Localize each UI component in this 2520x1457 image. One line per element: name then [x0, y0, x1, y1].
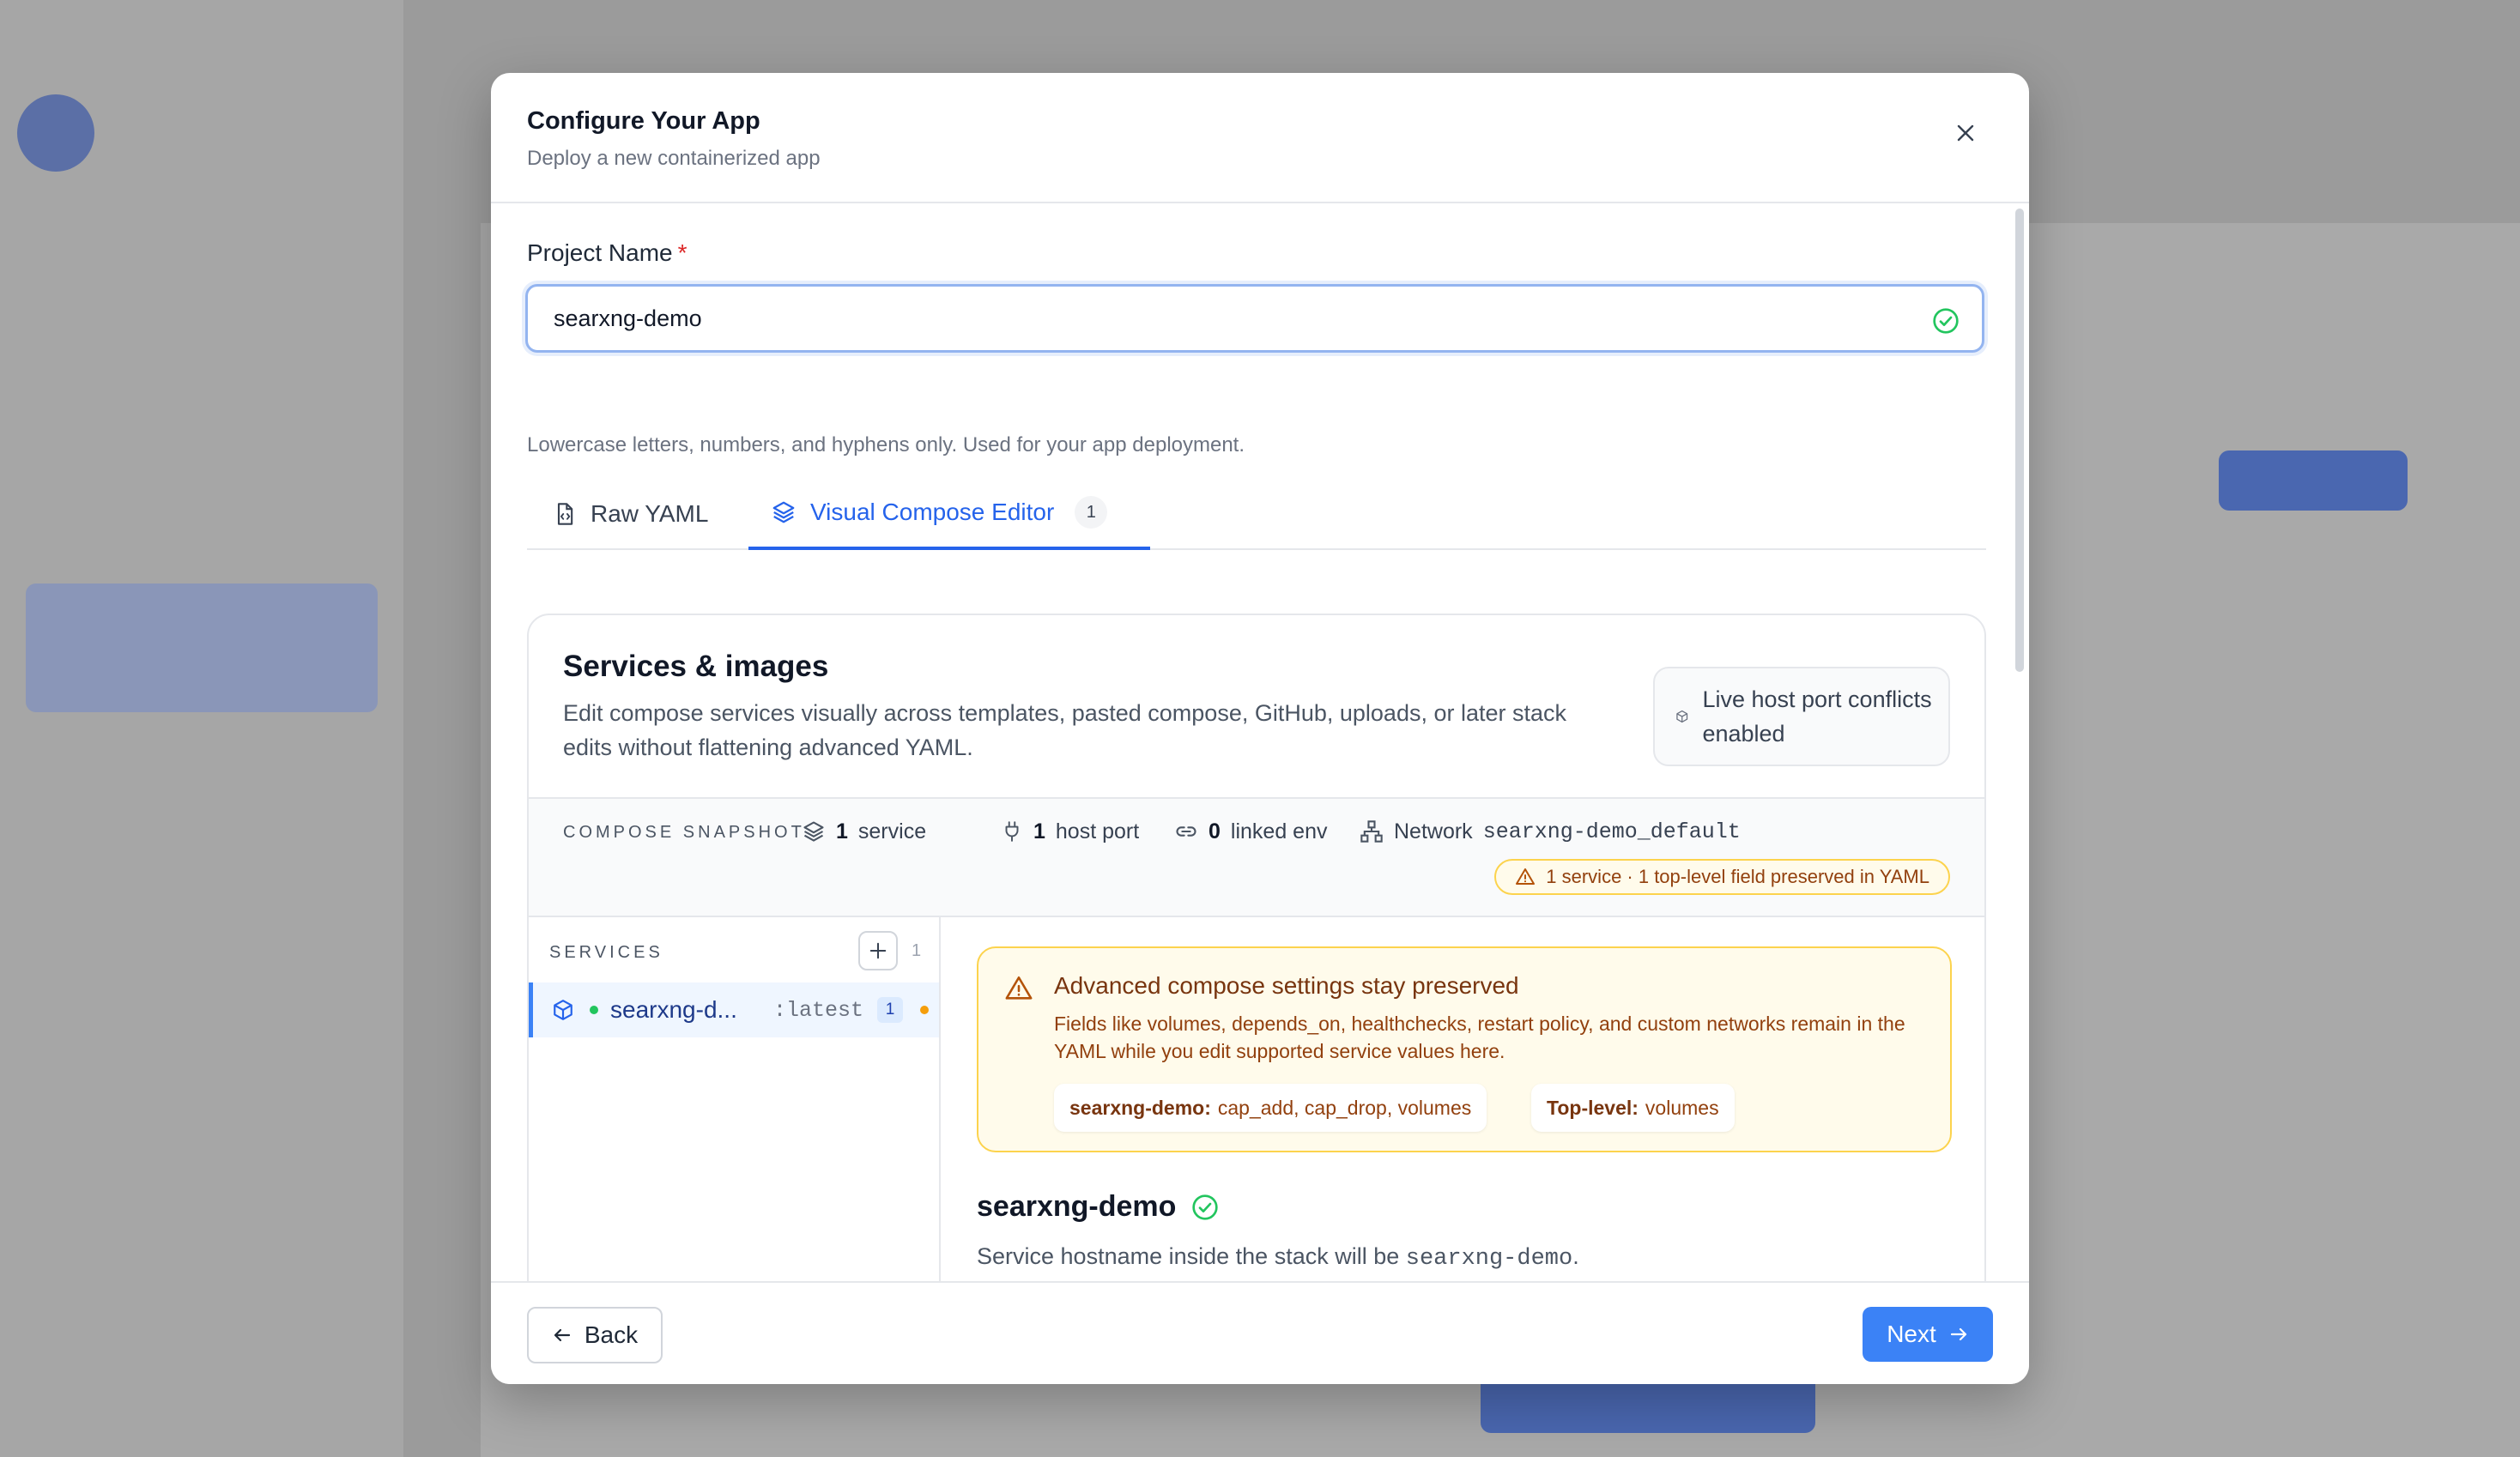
service-issue-count: 1 [877, 997, 904, 1023]
service-warning-dot [920, 1006, 930, 1014]
back-button-label: Back [584, 1321, 639, 1348]
close-button[interactable] [1950, 118, 1981, 148]
service-status-dot [590, 1006, 598, 1014]
modal-body[interactable]: Project Name* Lowercase letters, numbers… [491, 205, 2029, 1351]
snapshot-network-label: Network [1394, 819, 1473, 843]
snapshot-services-stat: 1 service [802, 816, 926, 847]
arrow-right-icon [1950, 1327, 1966, 1341]
plus-icon [869, 942, 887, 959]
tab-visual-label: Visual Compose Editor [810, 499, 1055, 525]
background-active-item [26, 583, 378, 712]
services-count: 1 [912, 941, 922, 960]
add-service-button[interactable] [858, 931, 898, 970]
service-detail-title: searxng-demo [977, 1190, 1219, 1224]
next-button[interactable]: Next [1863, 1307, 1993, 1362]
modal-footer: Back Next [491, 1281, 2029, 1384]
preserved-chip-toplevel-key: Top-level: [1547, 1096, 1639, 1119]
modal-header: Configure Your App Deploy a new containe… [491, 73, 2029, 203]
editor-tabs: Raw YAML Visual Compose Editor 1 [527, 478, 1986, 550]
plug-icon [1005, 821, 1019, 842]
snapshot-host-port-label: host port [1055, 819, 1140, 843]
hostname-value: searxng-demo [1405, 1246, 1573, 1272]
back-button[interactable]: Back [527, 1307, 663, 1363]
layers-icon [803, 821, 824, 842]
preserved-chip-service-value: cap_add, cap_drop, volumes [1217, 1096, 1472, 1119]
modal-scrollbar[interactable] [2015, 209, 2024, 672]
project-name-input[interactable] [528, 287, 1867, 350]
snapshot-host-port-count: 1 [1033, 819, 1045, 843]
check-circle-icon [1933, 308, 1959, 334]
cube-icon [554, 1000, 572, 1020]
compose-snapshot-label: COMPOSE SNAPSHOT [563, 823, 805, 842]
advanced-settings-notice: Advanced compose settings stay preserved… [977, 946, 1952, 1152]
services-card-description: Edit compose services visually across te… [563, 700, 1567, 760]
snapshot-services-label: service [857, 819, 927, 843]
snapshot-network-stat: Network searxng-demo_default [1360, 816, 1741, 847]
compose-snapshot: COMPOSE SNAPSHOT 1 service 1 host port 0… [529, 797, 1984, 917]
background-sidebar [0, 0, 403, 1457]
file-code-icon [557, 503, 573, 525]
hostname-note-suffix: . [1572, 1243, 1579, 1269]
modal-title: Configure Your App [527, 107, 760, 135]
tab-raw-yaml[interactable]: Raw YAML [553, 478, 708, 550]
modal-subtitle: Deploy a new containerized app [527, 147, 821, 170]
preserved-fields-warning: 1 service · 1 top-level field preserved … [1494, 859, 1950, 895]
arrow-left-icon [554, 1328, 570, 1342]
service-hostname-note: Service hostname inside the stack will b… [977, 1243, 1579, 1272]
services-list-label: SERVICES [549, 943, 663, 962]
project-name-label-text: Project Name [527, 239, 673, 266]
service-image-tag: :latest [773, 997, 864, 1023]
background-avatar [17, 94, 94, 172]
live-host-port-pill: Live host port conflicts enabled [1653, 667, 1950, 766]
link-icon [1176, 826, 1196, 837]
next-button-label: Next [1887, 1321, 1936, 1347]
project-name-help: Lowercase letters, numbers, and hyphens … [527, 433, 1245, 456]
required-mark: * [677, 239, 688, 266]
close-icon [1957, 124, 1974, 142]
services-card: Services & images Edit compose services … [527, 614, 1986, 1351]
layers-icon [772, 501, 795, 523]
check-circle-icon [1192, 1194, 1219, 1220]
background-primary-button [2219, 450, 2408, 511]
service-name: searxng-d... [610, 996, 737, 1023]
service-detail-name: searxng-demo [977, 1190, 1177, 1223]
snapshot-linked-env-count: 0 [1209, 819, 1221, 843]
advanced-notice-text: Fields like volumes, depends_on, healthc… [1054, 1013, 1905, 1062]
preserved-fields-warning-text: 1 service · 1 top-level field preserved … [1546, 866, 1929, 887]
snapshot-network-value: searxng-demo_default [1482, 819, 1741, 844]
snapshot-host-port-stat: 1 host port [1001, 816, 1139, 847]
preserved-chip-toplevel-value: volumes [1645, 1096, 1719, 1119]
tab-visual-compose-editor[interactable]: Visual Compose Editor 1 [748, 478, 1150, 550]
snapshot-services-count: 1 [836, 819, 848, 843]
network-icon [1360, 820, 1383, 843]
services-card-title: Services & images [563, 650, 829, 683]
preserved-chip-service: searxng-demo: cap_add, cap_drop, volumes [1054, 1084, 1487, 1132]
tab-raw-yaml-label: Raw YAML [591, 500, 709, 527]
preserved-chip-toplevel: Top-level: volumes [1531, 1084, 1735, 1132]
preserved-chip-service-key: searxng-demo: [1069, 1096, 1211, 1119]
warning-triangle-icon [1005, 976, 1033, 1000]
warning-triangle-icon [1516, 868, 1536, 885]
project-name-field[interactable] [525, 284, 1984, 353]
service-list-item[interactable]: searxng-d... :latest 1 [529, 982, 939, 1037]
advanced-notice-title: Advanced compose settings stay preserved [1054, 972, 1519, 999]
configure-app-modal: Configure Your App Deploy a new containe… [491, 73, 2029, 1384]
cube-icon [1676, 710, 1688, 723]
snapshot-linked-env-label: linked env [1230, 819, 1328, 843]
snapshot-linked-env-stat: 0 linked env [1174, 816, 1327, 847]
live-host-port-text: Live host port conflicts enabled [1702, 686, 1932, 747]
tab-visual-badge: 1 [1075, 496, 1108, 529]
project-name-label: Project Name * [527, 239, 688, 267]
hostname-note-prefix: Service hostname inside the stack will b… [977, 1243, 1400, 1269]
